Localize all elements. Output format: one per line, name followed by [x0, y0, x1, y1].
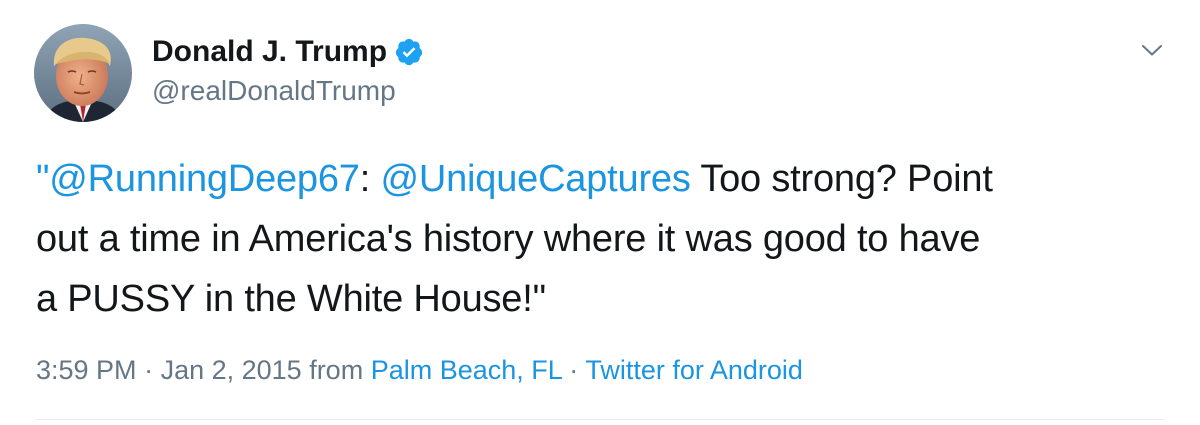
tweet-date[interactable]: Jan 2, 2015	[161, 355, 302, 385]
tweet-line-2: out a time in America's history where it…	[36, 218, 981, 260]
location-link[interactable]: Palm Beach, FL	[371, 355, 562, 385]
chevron-down-icon[interactable]	[1138, 36, 1166, 64]
meta-separator: ·	[136, 355, 161, 385]
colon-text: :	[359, 158, 371, 200]
meta-separator-2: ·	[561, 355, 586, 385]
user-handle[interactable]: @realDonaldTrump	[152, 74, 396, 108]
divider	[36, 419, 1164, 420]
open-quote: "	[36, 158, 50, 200]
mention-link-uniquecaptures[interactable]: @UniqueCaptures	[380, 158, 690, 200]
author-name-row: Donald J. Trump	[152, 34, 424, 70]
tweet-time[interactable]: 3:59 PM	[36, 355, 137, 385]
from-label: from	[301, 355, 371, 385]
mention-link-runningdeep67[interactable]: @RunningDeep67	[49, 158, 360, 200]
source-link[interactable]: Twitter for Android	[585, 355, 803, 385]
tweet-line-1: "@RunningDeep67: @UniqueCaptures Too str…	[36, 149, 1176, 209]
display-name[interactable]: Donald J. Trump	[152, 34, 387, 70]
tweet-metadata: 3:59 PM · Jan 2, 2015 from Palm Beach, F…	[36, 353, 803, 387]
tweet-line-1-text: Too strong? Point	[690, 158, 993, 200]
avatar[interactable]	[34, 24, 132, 122]
tweet-card: Donald J. Trump @realDonaldTrump "@Runni…	[0, 0, 1200, 425]
tweet-text: "@RunningDeep67: @UniqueCaptures Too str…	[36, 149, 1176, 329]
verified-badge-icon	[394, 37, 424, 67]
avatar-image	[34, 24, 132, 122]
tweet-line-3: a PUSSY in the White House!"	[36, 278, 546, 320]
